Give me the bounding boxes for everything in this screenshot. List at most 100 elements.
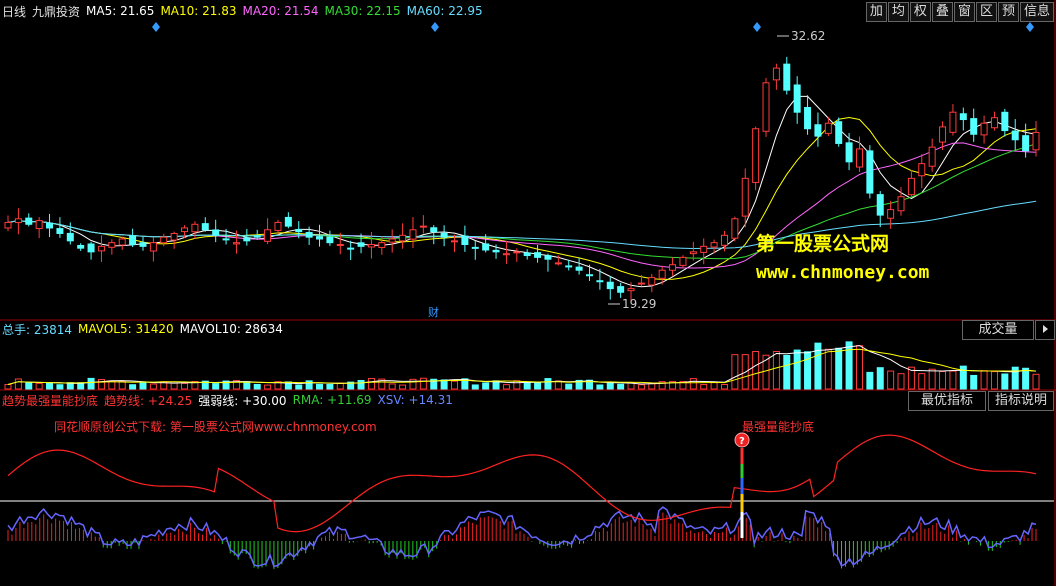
candle-body [534,252,542,258]
candle-body [336,244,344,246]
candle-body [97,245,105,252]
indicator-name[interactable]: 趋势最强量能抄底 [2,392,98,409]
volume-bar [87,377,95,390]
volume-bar [212,383,220,390]
volume-bar [689,378,697,390]
candle-body [264,229,272,242]
volume-bar [544,378,552,390]
candle-body [149,242,157,252]
volume-bar [918,373,926,390]
candle-body [326,236,334,244]
volume-bar [502,384,510,390]
candle-body [295,229,303,233]
volume-bar [513,380,521,390]
low-price-label: 19.29 [622,297,656,311]
candle-body [689,251,697,255]
volume-bar [534,382,542,390]
candle-body [440,232,448,238]
volume-bar [990,371,998,390]
finance-marker[interactable]: 财 [428,305,439,319]
volume-bar [35,382,43,390]
trend-line-legend: 趋势线: +24.25 [104,393,193,408]
svg-text:?: ? [739,436,745,447]
volume-bar [804,351,812,390]
candle-body [35,220,43,230]
volume-bar [1032,373,1040,390]
candle-body [565,265,573,268]
candle-body [824,122,832,134]
indicator-help-button[interactable]: 指标说明 [988,391,1054,411]
candle-body [679,256,687,266]
candle-body [544,255,552,260]
candle-body [284,216,292,227]
volume-bar [855,345,863,390]
info-marker-icon [1026,22,1034,32]
candle-body [347,247,355,250]
volume-bar [565,383,573,390]
volume-bar [97,378,105,390]
candle-body [77,244,85,249]
candle-body [939,126,947,143]
volume-bar [399,384,407,390]
volume-bar [710,382,718,390]
rma-legend: RMA: +11.69 [292,393,372,407]
candle-body [720,234,728,246]
candle-body [430,227,438,233]
candle-body [907,177,915,196]
volume-bar [253,383,261,390]
candle-body [783,63,791,91]
candle-body [700,245,708,253]
candle-body [772,67,780,81]
volume-bar [295,384,303,390]
candle-body [617,286,625,293]
candle-body [56,228,64,234]
candle-body [835,121,843,144]
volume-bar [388,383,396,390]
volume-bar [139,381,147,390]
candle-body [897,196,905,212]
best-indicator-button[interactable]: 最优指标 [908,391,986,411]
indicator-series [7,434,1037,570]
volume-bar [482,382,490,390]
volume-bar [419,377,427,390]
volume-bar [181,382,189,390]
volume-bar [752,351,760,390]
candle-body [1011,130,1019,141]
candle-body [1032,131,1040,151]
candle-body [409,229,417,240]
volume-tab[interactable]: 成交量 [962,320,1034,340]
volume-bar [835,347,843,390]
candle-body [990,117,998,129]
candle-body [1022,135,1030,152]
info-marker-icon [753,22,761,32]
volume-bar [129,384,137,390]
candle-body [502,253,510,256]
candle-body [762,82,770,132]
candle-body [793,84,801,113]
volume-bar [14,378,22,390]
indicator-header: 趋势最强量能抄底 趋势线: +24.25 强弱线: +30.00 RMA: +1… [0,391,459,409]
volume-bar [1001,373,1009,390]
volume-bar [949,370,957,390]
volume-bar [720,384,728,390]
candle-body [523,252,531,257]
volume-bar [845,341,853,390]
candle-body [170,232,178,241]
candle-body [980,122,988,136]
candle-body [741,177,749,217]
volume-bar [887,370,895,390]
candle-body [419,225,427,228]
candle-body [222,238,230,241]
volume-bar [772,351,780,390]
candle-body [367,244,375,248]
volume-bar [980,370,988,390]
volume-bar [243,381,251,390]
candle-body [129,235,137,246]
volume-dropdown-icon[interactable] [1035,320,1055,340]
candle-body [752,128,760,183]
chart-canvas[interactable]: 32.62 19.29 财 ? [0,0,1056,586]
volume-bar [596,384,604,390]
volume-bar [25,382,33,390]
candle-body [710,242,718,248]
candle-body [274,221,282,231]
